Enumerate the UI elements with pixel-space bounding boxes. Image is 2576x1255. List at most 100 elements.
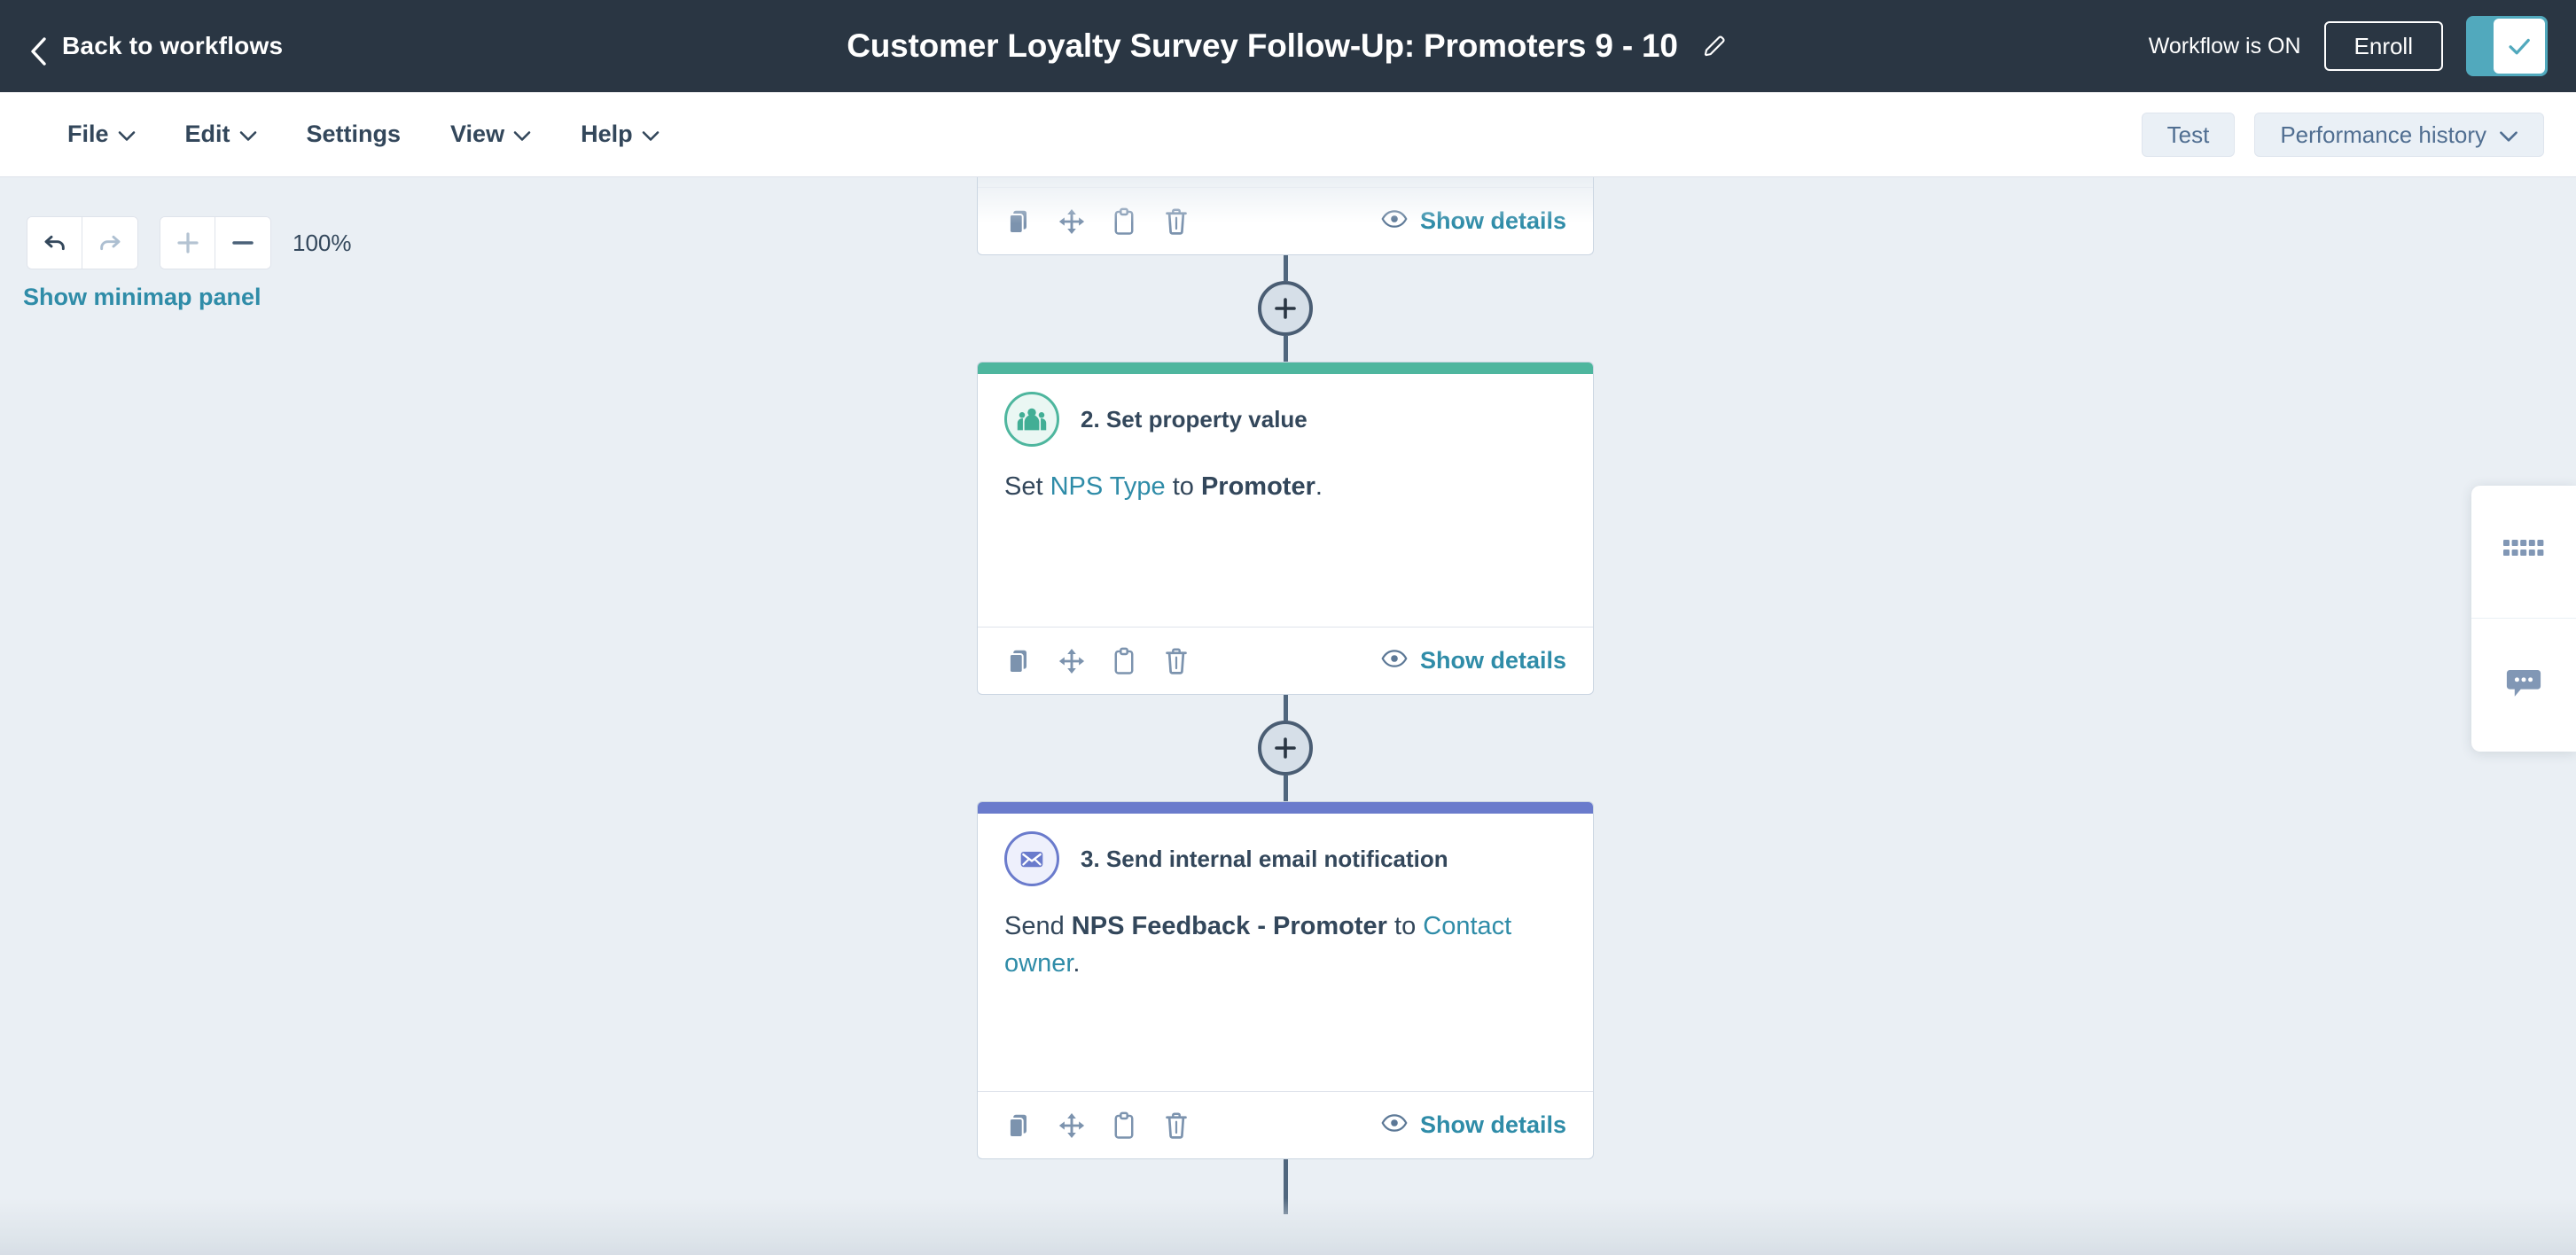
add-step-button[interactable] xyxy=(1258,721,1313,776)
undo-arrow-icon[interactable] xyxy=(27,217,82,269)
zoom-button-group xyxy=(160,216,271,269)
move-arrows-icon[interactable] xyxy=(1057,1110,1087,1142)
eye-icon xyxy=(1381,1111,1408,1139)
move-arrows-icon[interactable] xyxy=(1057,645,1087,677)
card-action-icons xyxy=(1004,206,1191,238)
plus-icon xyxy=(176,232,199,253)
show-details-label: Show details xyxy=(1419,1111,1566,1138)
menu-items: File Edit Settings View Help xyxy=(43,112,684,157)
workflow-card-set-property-value[interactable]: 2. Set property value Set NPS Type to Pr… xyxy=(977,362,1594,695)
test-button[interactable]: Test xyxy=(2141,112,2236,157)
card-accent-bar xyxy=(978,362,1593,374)
performance-history-button[interactable]: Performance history xyxy=(2254,112,2544,157)
zoom-level-label: 100% xyxy=(293,229,352,256)
menu-item-file-label: File xyxy=(67,121,109,147)
header-right-controls: Workflow is ON Enroll xyxy=(2149,16,2548,76)
enroll-button[interactable]: Enroll xyxy=(2323,21,2443,71)
chevron-down-icon xyxy=(513,121,531,148)
apps-grid-button[interactable] xyxy=(2471,486,2576,619)
show-minimap-panel-link[interactable]: Show minimap panel xyxy=(23,284,262,311)
app-header: Back to workflows Customer Loyalty Surve… xyxy=(0,0,2576,92)
menu-item-view[interactable]: View xyxy=(425,112,556,157)
back-to-workflows-link[interactable]: Back to workflows xyxy=(28,32,284,66)
back-to-workflows-label: Back to workflows xyxy=(62,32,284,59)
plus-icon xyxy=(1275,737,1296,759)
page-title: Customer Loyalty Survey Follow-Up: Promo… xyxy=(847,27,1678,64)
trash-icon[interactable] xyxy=(1161,645,1191,677)
body-segment: to xyxy=(1386,912,1424,940)
card-title: 2. Set property value xyxy=(1081,405,1308,433)
connector-line xyxy=(1283,336,1288,362)
pencil-icon[interactable] xyxy=(1699,31,1729,61)
zoom-in-button[interactable] xyxy=(160,217,215,269)
show-details-link[interactable]: Show details xyxy=(1381,207,1566,235)
workflow-card-partial[interactable]: Show details xyxy=(977,177,1594,255)
contacts-people-icon xyxy=(1004,392,1059,447)
canvas-zoom-controls: 100% xyxy=(27,216,352,269)
menu-item-help[interactable]: Help xyxy=(556,112,684,157)
chat-button[interactable] xyxy=(2471,619,2576,752)
move-arrows-icon[interactable] xyxy=(1057,206,1087,238)
test-button-label: Test xyxy=(2166,121,2210,148)
menu-item-file[interactable]: File xyxy=(43,112,160,157)
menu-item-edit-label: Edit xyxy=(184,121,230,147)
duplicate-icon[interactable] xyxy=(1004,1110,1034,1142)
chevron-down-icon xyxy=(118,121,136,148)
clipboard-icon[interactable] xyxy=(1109,206,1139,238)
workflow-canvas[interactable]: 100% Show minimap panel Show details 2. … xyxy=(0,177,2576,1255)
show-details-link[interactable]: Show details xyxy=(1381,647,1566,674)
connector-2 xyxy=(977,695,1594,801)
card-header: 2. Set property value xyxy=(978,374,1593,447)
card-footer: Show details xyxy=(978,1091,1593,1158)
body-segment: . xyxy=(1073,949,1081,978)
card-body: Set NPS Type to Promoter. xyxy=(978,447,1593,505)
chevron-down-icon xyxy=(642,121,660,148)
chevron-down-icon xyxy=(239,121,257,148)
grid-dots-icon xyxy=(2503,540,2544,564)
body-segment: Send xyxy=(1004,912,1072,940)
body-segment: to xyxy=(1165,472,1201,501)
trash-icon[interactable] xyxy=(1161,1110,1191,1142)
card-header: 3. Send internal email notification xyxy=(978,814,1593,886)
connector-line xyxy=(1283,255,1288,281)
menu-item-edit[interactable]: Edit xyxy=(160,112,282,157)
connector-line xyxy=(1283,1159,1288,1214)
menu-item-settings[interactable]: Settings xyxy=(282,112,426,157)
menu-item-help-label: Help xyxy=(581,121,633,147)
menu-bar: File Edit Settings View Help Test Perfor… xyxy=(0,92,2576,177)
workflow-step-list: Show details 2. Set property value Set N… xyxy=(977,177,1594,1214)
envelope-icon xyxy=(1004,831,1059,886)
duplicate-icon[interactable] xyxy=(1004,645,1034,677)
show-details-label: Show details xyxy=(1419,207,1566,234)
performance-history-label: Performance history xyxy=(2280,121,2486,148)
right-tool-panel xyxy=(2471,486,2576,752)
body-segment: Set xyxy=(1004,472,1050,501)
body-segment-bold: NPS Feedback - Promoter xyxy=(1071,912,1387,940)
chevron-down-icon xyxy=(2499,123,2518,146)
show-details-label: Show details xyxy=(1419,647,1566,674)
card-accent-bar xyxy=(978,802,1593,814)
trash-icon[interactable] xyxy=(1161,206,1191,238)
show-details-link[interactable]: Show details xyxy=(1381,1111,1566,1139)
eye-icon xyxy=(1381,207,1408,235)
toggle-knob xyxy=(2494,19,2545,74)
workflow-card-send-internal-email[interactable]: 3. Send internal email notification Send… xyxy=(977,801,1594,1159)
plus-icon xyxy=(1275,298,1296,319)
duplicate-icon[interactable] xyxy=(1004,206,1034,238)
check-icon xyxy=(2509,38,2530,55)
connector-1 xyxy=(977,255,1594,362)
redo-arrow-icon[interactable] xyxy=(82,217,137,269)
card-action-icons xyxy=(1004,1110,1191,1142)
add-step-button[interactable] xyxy=(1258,281,1313,336)
nps-type-property-link[interactable]: NPS Type xyxy=(1050,472,1166,501)
eye-icon xyxy=(1381,647,1408,674)
body-segment-bold: Promoter xyxy=(1200,472,1315,501)
menu-item-settings-label: Settings xyxy=(306,121,402,147)
card-footer: Show details xyxy=(978,627,1593,694)
workflow-on-toggle[interactable] xyxy=(2466,16,2548,76)
workflow-status-label: Workflow is ON xyxy=(2148,33,2301,58)
clipboard-icon[interactable] xyxy=(1109,645,1139,677)
body-segment: . xyxy=(1315,472,1323,501)
clipboard-icon[interactable] xyxy=(1109,1110,1139,1142)
zoom-out-button[interactable] xyxy=(215,217,270,269)
